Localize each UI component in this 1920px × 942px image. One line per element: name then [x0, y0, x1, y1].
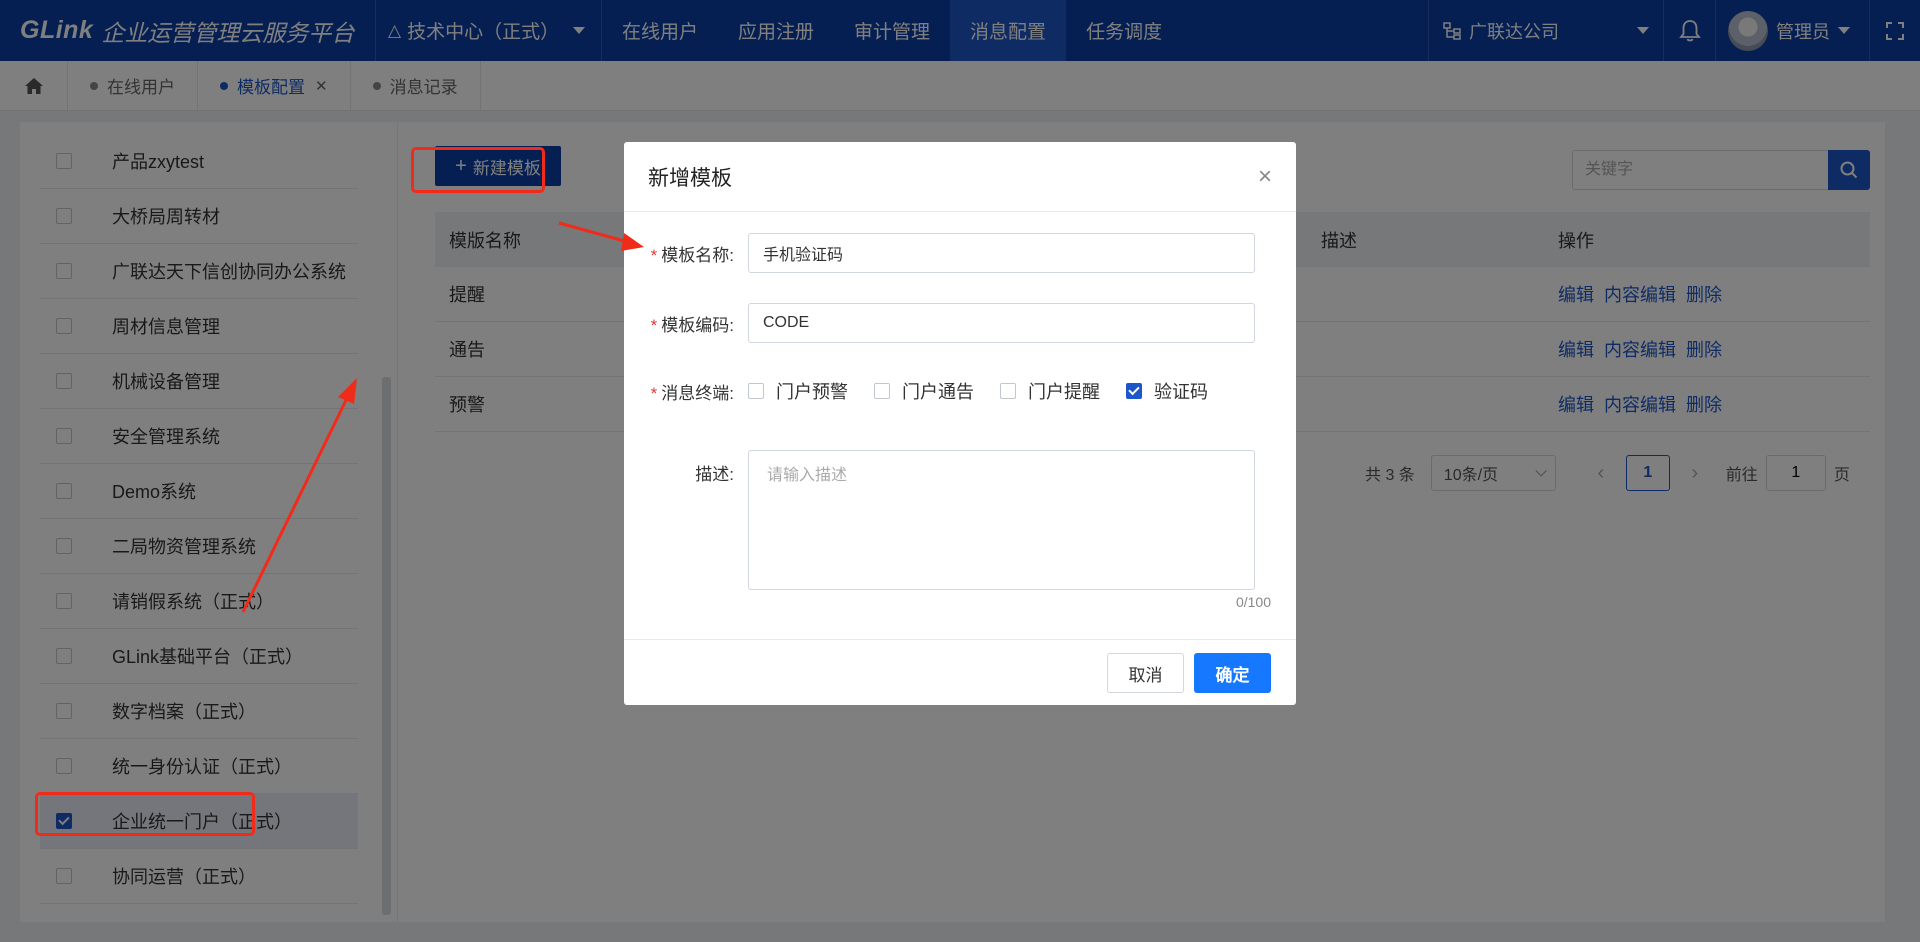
template-code-input[interactable] — [748, 303, 1255, 343]
template-name-input[interactable] — [748, 233, 1255, 273]
code-label: * 模板编码: — [650, 315, 734, 335]
form-row-desc: 描述: — [624, 450, 1255, 590]
close-icon[interactable]: × — [1258, 163, 1272, 191]
terminal-checkbox[interactable] — [874, 383, 890, 399]
form-row-terminals: * 消息终端: 门户预警 门户通告 门户提醒 验证码 — [624, 378, 1234, 404]
terminal-label: 门户通告 — [902, 382, 974, 402]
dialog-header: 新增模板 × — [624, 142, 1296, 212]
terminal-checkbox[interactable] — [1000, 383, 1016, 399]
char-counter: 0/100 — [1235, 594, 1271, 610]
annotation-highlight-new-button — [411, 147, 545, 193]
dialog-title: 新增模板 — [648, 166, 732, 190]
terminal-option[interactable]: 门户提醒 — [1000, 378, 1100, 404]
description-textarea[interactable] — [748, 450, 1255, 590]
terminal-label: * 消息终端: — [650, 383, 734, 403]
required-mark: * — [650, 315, 658, 335]
dialog-footer: 取消 确定 — [624, 639, 1296, 705]
terminal-checkbox[interactable] — [1126, 383, 1142, 399]
required-mark: * — [650, 383, 658, 403]
required-mark: * — [650, 245, 658, 265]
annotation-highlight-selected-system — [35, 792, 255, 836]
form-row-name: * 模板名称: — [624, 233, 1255, 273]
terminal-option[interactable]: 门户通告 — [874, 378, 974, 404]
terminal-option[interactable]: 门户预警 — [748, 378, 848, 404]
terminal-checkbox-group: 门户预警 门户通告 门户提醒 验证码 — [748, 378, 1234, 404]
new-template-dialog: 新增模板 × *模板名称: *模板编码: *消息终端: 门户预警 门户通告 门户提醒… — [624, 142, 1296, 705]
terminal-label: 门户提醒 — [1028, 382, 1100, 402]
desc-label: 描述: — [695, 465, 734, 484]
confirm-button[interactable]: 确定 — [1194, 653, 1271, 693]
name-label: * 模板名称: — [650, 245, 734, 265]
cancel-button[interactable]: 取消 — [1107, 653, 1184, 693]
terminal-label: 门户预警 — [776, 382, 848, 402]
form-row-code: * 模板编码: — [624, 303, 1255, 343]
terminal-option[interactable]: 验证码 — [1126, 378, 1208, 404]
terminal-checkbox[interactable] — [748, 383, 764, 399]
terminal-label: 验证码 — [1154, 382, 1208, 402]
